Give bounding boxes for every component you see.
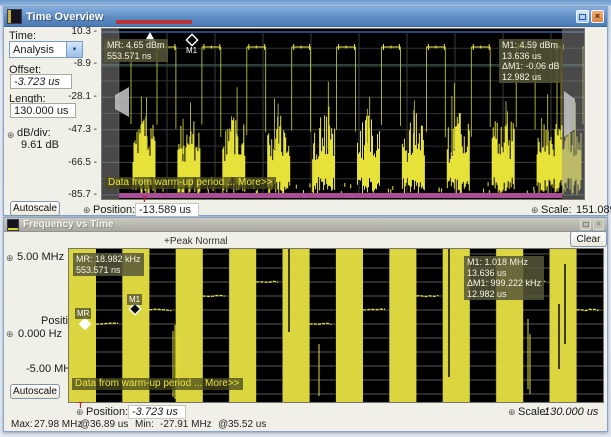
offset-field[interactable]: -3.723 us — [10, 74, 72, 89]
analysis-length-bar[interactable] — [119, 193, 562, 198]
restore-icon — [582, 222, 589, 227]
window-title: Frequency vs Time — [23, 219, 114, 230]
warmup-message[interactable]: Data from warm-up period ... More>> — [105, 177, 276, 189]
time-select-value: Analysis — [13, 43, 54, 56]
restore-button[interactable] — [576, 10, 589, 23]
ytick-5: -85.7 — [59, 189, 97, 200]
ytick-3: -47.3 — [59, 124, 97, 135]
m1-marker-label: M1 — [186, 46, 198, 55]
ytop-anchor-icon[interactable]: ⊕ — [6, 254, 14, 263]
max-value: 27.98 MHz — [34, 419, 83, 430]
max-label: Max: — [11, 419, 33, 430]
ytick-2: -28.1 — [59, 91, 97, 102]
m1-readout: M1: 1.018 MHz 13.636 us ΔM1: 999.222 kHz… — [464, 256, 545, 300]
position-label: Position: — [93, 204, 136, 216]
scale-label: Scale: — [541, 204, 572, 216]
time-overview-titlebar[interactable]: Time Overview × — [4, 7, 607, 27]
side-position-anchor-icon[interactable]: ⊕ — [6, 330, 14, 339]
scale-anchor-icon[interactable]: ⊕ — [531, 206, 539, 215]
dbdiv-label: dB/div: — [17, 127, 51, 139]
frequency-vs-time-window: Frequency vs Time × +Peak Normal Clear ⊕… — [3, 217, 608, 432]
dbdiv-value[interactable]: 9.61 dB — [21, 139, 59, 151]
trigger-mark: T — [78, 401, 83, 410]
frequency-vs-time-titlebar[interactable]: Frequency vs Time × — [4, 218, 607, 232]
min-at-value: 35.52 us — [228, 419, 267, 430]
time-select[interactable]: Analysis ▼ — [9, 41, 83, 58]
mr-marker-label: MR — [75, 308, 92, 319]
mr-readout: MR: 18.982 kHz 553.571 ns — [73, 253, 144, 276]
close-button[interactable]: × — [593, 219, 604, 230]
ytick-4: -66.5 — [59, 157, 97, 168]
position-anchor-icon[interactable]: ⊕ — [83, 206, 91, 215]
warmup-message[interactable]: Data from warm-up period ... More>> — [72, 378, 243, 390]
position-field[interactable]: -13.589 us — [135, 203, 199, 217]
length-field[interactable]: 130.000 us — [10, 103, 76, 118]
time-overview-icon — [7, 9, 22, 24]
position-field[interactable]: -3.723 us — [128, 405, 186, 419]
clear-button[interactable]: Clear — [570, 231, 607, 247]
trace-mode-label: +Peak Normal — [164, 236, 228, 247]
min-at-symbol: @ — [218, 419, 229, 430]
dbdiv-anchor-icon[interactable]: ⊕ — [7, 131, 15, 140]
frequency-vs-time-icon — [7, 218, 19, 231]
dropdown-arrow-icon[interactable]: ▼ — [66, 42, 82, 57]
scale-anchor-icon[interactable]: ⊕ — [508, 408, 516, 417]
min-label: Min: — [135, 419, 154, 430]
side-position-value[interactable]: 0.000 Hz — [18, 328, 62, 340]
right-region-handle[interactable] — [564, 91, 575, 137]
acquisition-indicator-bar — [116, 20, 192, 24]
mr-readout: MR: 4.65 dBm 553.571 ns — [104, 39, 168, 62]
ytick-1: -8.9 — [59, 58, 97, 69]
min-value: -27.91 MHz — [160, 419, 212, 430]
autoscale-button[interactable]: Autoscale — [10, 384, 60, 399]
trigger-mark: T — [142, 195, 147, 204]
ytick-0: 10.3 — [59, 26, 97, 37]
freq-time-plot[interactable]: MR: 18.982 kHz 553.571 ns M1: 1.018 MHz … — [68, 248, 604, 403]
m1-readout: M1: 4.59 dBm 13.636 us ΔM1: -0.06 dB 12.… — [499, 39, 563, 83]
restore-button[interactable] — [580, 219, 591, 230]
restore-icon — [579, 13, 586, 20]
m1-marker-label: M1 — [127, 294, 143, 305]
autoscale-button[interactable]: Autoscale — [10, 201, 60, 216]
max-at-value: 36.89 us — [90, 419, 129, 430]
scale-value[interactable]: 151.089 us — [576, 204, 611, 216]
max-at-symbol: @ — [80, 419, 91, 430]
y-top-label: 5.00 MHz — [17, 251, 65, 263]
window-title: Time Overview — [26, 10, 104, 23]
time-overview-window: Time Overview × Time: Analysis ▼ Offset:… — [3, 6, 611, 217]
scale-value[interactable]: 130.000 us — [544, 406, 598, 418]
position-label: Position: — [86, 406, 129, 418]
overview-plot[interactable]: MR: 4.65 dBm 553.571 ns M1 M1: 4.59 dBm … — [101, 28, 585, 204]
close-button[interactable]: × — [591, 10, 604, 23]
